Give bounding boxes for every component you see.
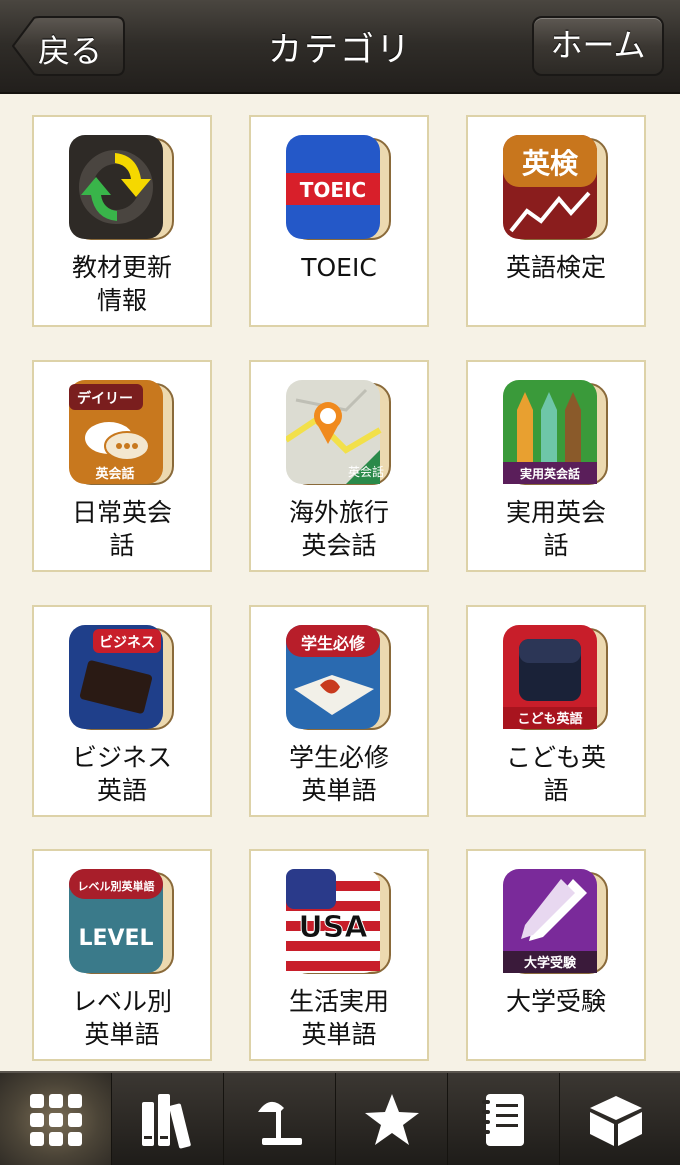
category-label: ビジネス 英語 [71, 743, 172, 805]
kids-backpack-icon: こども英語 [503, 625, 608, 730]
category-travel-conversation[interactable]: 英会話 海外旅行 英会話 [249, 360, 429, 572]
student-icon-text: 学生必修 [301, 634, 366, 653]
desk-lamp-icon [258, 1101, 302, 1145]
tab-categories[interactable] [0, 1073, 112, 1165]
category-label: こども英 語 [505, 743, 606, 805]
eiken-book-icon: 英検 [503, 135, 608, 240]
daily-icon-text2: 英会話 [94, 466, 134, 482]
category-label: 実用英会 話 [505, 498, 606, 560]
tab-notebook[interactable] [448, 1073, 560, 1165]
business-notebook-icon: ビジネス [69, 625, 174, 730]
home-button[interactable]: ホーム [532, 16, 664, 76]
practical-pencils-icon: 実用英会話 [503, 380, 608, 485]
category-student-vocab[interactable]: 学生必修 学生必修 英単語 [249, 605, 429, 817]
category-daily-life-vocab[interactable]: USA 生活実用 英単語 [249, 849, 429, 1061]
toeic-icon-text: TOEIC [300, 178, 366, 202]
category-toeic[interactable]: TOEIC TOEIC [249, 115, 429, 327]
category-label: 大学受験 [505, 987, 606, 1016]
tab-store[interactable] [560, 1073, 672, 1165]
update-icon [69, 135, 174, 240]
kids-icon-text: こども英語 [517, 711, 582, 727]
category-university-exam[interactable]: 大学受験 大学受験 [466, 849, 646, 1061]
books-icon [142, 1094, 191, 1149]
usa-icon-text: USA [298, 910, 368, 945]
daily-icon-text: デイリー [77, 390, 133, 407]
category-practical-conversation[interactable]: 実用英会話 実用英会 話 [466, 360, 646, 572]
university-pen-icon: 大学受験 [503, 869, 608, 974]
category-label: 教材更新 情報 [71, 253, 172, 315]
travel-icon-text: 英会話 [348, 464, 384, 479]
toeic-book-icon: TOEIC [286, 135, 391, 240]
category-label: 海外旅行 英会話 [288, 498, 389, 560]
navigation-bar: 戻る カテゴリ ホーム [0, 0, 680, 94]
box-icon [590, 1096, 642, 1146]
star-icon [365, 1094, 419, 1145]
travel-map-icon: 英会話 [286, 380, 391, 485]
category-label: 英語検定 [505, 253, 606, 282]
notebook-icon [482, 1094, 524, 1146]
category-kids-english[interactable]: こども英語 こども英 語 [466, 605, 646, 817]
tab-bar [0, 1071, 680, 1165]
business-icon-text: ビジネス [99, 635, 155, 651]
level-book-icon: レベル別英単語 LEVEL [69, 869, 174, 974]
category-daily-conversation[interactable]: デイリー 英会話 日常英会 話 [32, 360, 212, 572]
category-label: 生活実用 英単語 [288, 987, 389, 1049]
category-label: TOEIC [301, 253, 377, 282]
daily-conversation-icon: デイリー 英会話 [69, 380, 174, 485]
category-label: レベル別 英単語 [71, 987, 172, 1049]
eiken-icon-text: 英検 [522, 147, 579, 180]
student-book-icon: 学生必修 [286, 625, 391, 730]
level-icon-text2: LEVEL [78, 926, 153, 951]
usa-flag-icon: USA [286, 869, 391, 974]
university-icon-text: 大学受験 [524, 955, 577, 971]
category-label: 学生必修 英単語 [288, 743, 389, 805]
tab-favorites[interactable] [336, 1073, 448, 1165]
category-eiken[interactable]: 英検 英語検定 [466, 115, 646, 327]
category-business-english[interactable]: ビジネス ビジネス 英語 [32, 605, 212, 817]
practical-icon-text: 実用英会話 [520, 466, 580, 481]
tab-library[interactable] [112, 1073, 224, 1165]
grid-icon [30, 1094, 82, 1146]
category-level-vocab[interactable]: レベル別英単語 LEVEL レベル別 英単語 [32, 849, 212, 1061]
category-label: 日常英会 話 [71, 498, 172, 560]
level-icon-text: レベル別英単語 [78, 879, 155, 893]
tab-study[interactable] [224, 1073, 336, 1165]
category-update-info[interactable]: 教材更新 情報 [32, 115, 212, 327]
